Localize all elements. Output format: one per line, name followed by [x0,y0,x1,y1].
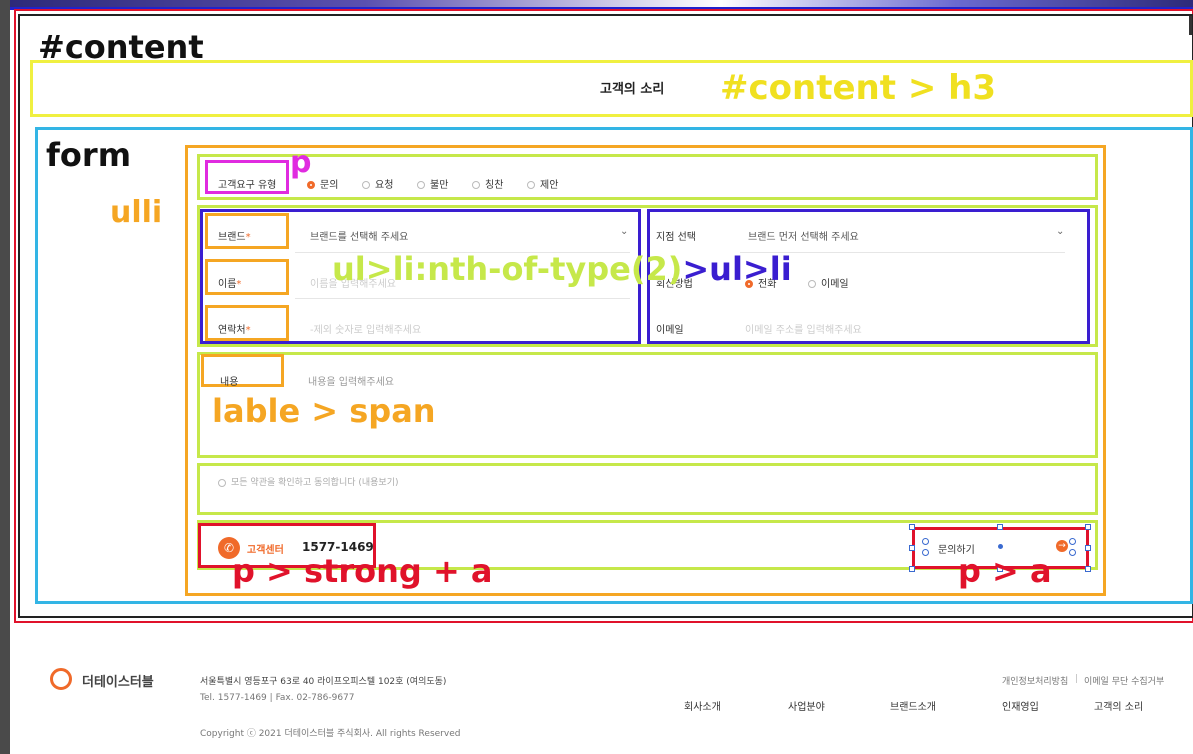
type-option-inquiry[interactable]: 문의 [307,176,338,191]
anchor-icon [922,549,929,556]
strong-a-annotation: p > strong + a [232,552,493,590]
resize-handle[interactable] [1085,524,1091,530]
anchor-icon [1069,538,1076,545]
resize-handle[interactable] [1085,566,1091,572]
agree-row-outline [197,463,1098,515]
radio-icon [417,181,425,189]
radio-icon [808,280,816,288]
footer-policy-email[interactable]: 이메일 무단 수집거부 [1084,674,1164,687]
type-option-praise[interactable]: 칭찬 [472,176,503,191]
footer-nav-brand[interactable]: 브랜드소개 [890,698,936,713]
label-span-annotation: lable > span [212,392,436,430]
logo-icon [50,668,72,690]
email-label: 이메일 [656,325,684,336]
content-label-outline [201,354,284,387]
footer-contact: Tel. 1577-1469 | Fax. 02-786-9677 [200,693,355,703]
branch-select[interactable]: 브랜드 먼저 선택해 주세요 [748,228,859,243]
footer-nav-recruit[interactable]: 인재영입 [1002,698,1039,713]
window-left-bar [0,0,10,754]
brand-select[interactable]: 브랜드를 선택해 주세요 [310,228,408,243]
resize-handle[interactable] [1085,545,1091,551]
center-point-icon [998,544,1003,549]
radio-icon [527,181,535,189]
reply-option-email[interactable]: 이메일 [808,275,849,290]
agree-checkbox[interactable]: 모든 약관을 확인하고 동의합니다 (내용보기) [218,475,399,488]
name-label: 이름* [218,279,242,290]
resize-handle[interactable] [997,524,1003,530]
resize-handle[interactable] [909,524,915,530]
contact-label: 연락처* [218,325,251,336]
page-title: 고객의 소리 [600,82,665,97]
content-label: 내용 [220,377,239,388]
type-option-complaint[interactable]: 불만 [417,176,448,191]
radio-icon [362,181,370,189]
footer-policy-privacy[interactable]: 개인정보처리방침 [1002,674,1068,687]
name-underline [295,298,630,299]
nth-annotation: ul>li:nth-of-type(2)>ul>li [332,250,792,288]
ulli-annotation: ulli [110,195,163,230]
resize-handle[interactable] [909,566,915,572]
footer-nav-business[interactable]: 사업분야 [788,698,825,713]
contact-input[interactable]: -제외 숫자로 입력해주세요 [310,321,421,336]
branch-label: 지점 선택 [656,232,696,243]
footer-logo-text[interactable]: 더테이스터블 [82,671,154,690]
radio-icon [472,181,480,189]
chevron-down-icon: ⌄ [1056,226,1065,237]
type-option-request[interactable]: 요청 [362,176,393,191]
footer-nav-company[interactable]: 회사소개 [684,698,721,713]
p-annotation: p [290,145,312,180]
email-input[interactable]: 이메일 주소를 입력해주세요 [745,321,862,336]
arrow-right-icon: → [1056,540,1068,552]
checkbox-icon [218,478,226,487]
type-option-suggestion[interactable]: 제안 [527,176,558,191]
chevron-down-icon: ⌄ [620,226,629,237]
radio-icon [307,181,315,189]
anchor-icon [922,538,929,545]
footer-divider: | [1075,674,1079,684]
form-annotation: form [46,136,132,174]
footer-address: 서울특별시 영등포구 63로 40 라이프오피스텔 102호 (여의도동) [200,677,447,687]
footer-copyright: Copyright ⓒ 2021 더테이스터블 주식회사. All rights… [200,729,461,739]
footer-nav-voice[interactable]: 고객의 소리 [1094,698,1143,713]
brand-label: 브랜드* [218,232,251,243]
resize-handle[interactable] [909,545,915,551]
content-textarea[interactable]: 내용을 입력해주세요 [308,373,394,388]
h3-annotation: #content > h3 [720,68,997,108]
p-a-annotation: p > a [958,552,1052,590]
anchor-icon [1069,549,1076,556]
type-label: 고객요구 유형 [218,180,277,191]
